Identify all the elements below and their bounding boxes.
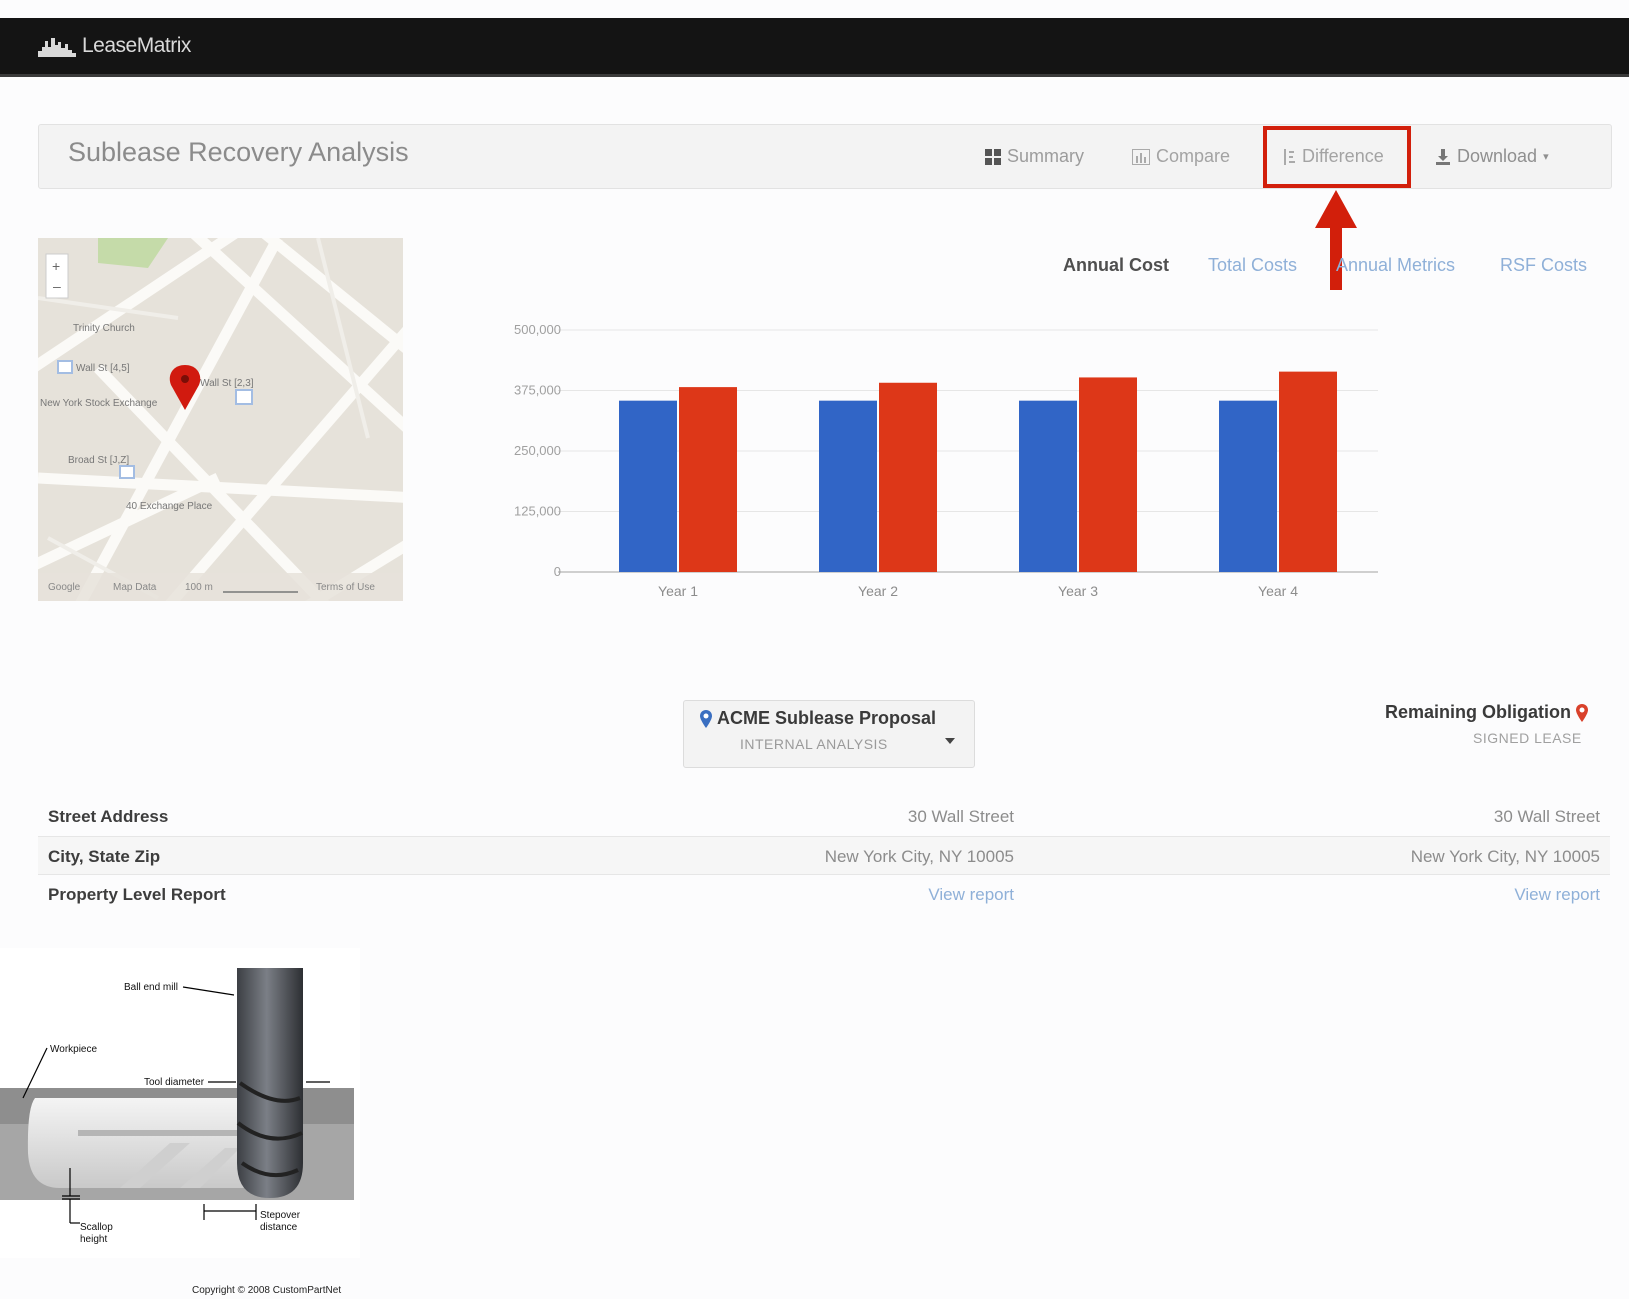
diagram-label-tool-diameter: Tool diameter [144,1077,205,1088]
download-icon [1436,148,1450,165]
chart-tab-total-costs[interactable]: Total Costs [1208,255,1297,276]
y-tick-label: 0 [554,564,561,579]
top-navbar [0,18,1629,77]
map-label-broad-st: Broad St [J,Z] [68,455,129,466]
chart-bar[interactable] [619,400,677,572]
chart-tab-annual-cost[interactable]: Annual Cost [1063,255,1169,276]
row-label: Street Address [48,807,169,826]
y-tick-label: 500,000 [514,322,561,337]
obligation-title: Remaining Obligation [1385,702,1589,723]
chart-bar[interactable] [1019,400,1077,572]
proposal-view-report-link[interactable]: View report [928,885,1014,905]
proposal-subtitle: INTERNAL ANALYSIS [740,736,888,752]
diagram-label-ball-end-mill: Ball end mill [124,982,178,993]
diagram-label-scallop: Scallop [80,1222,113,1233]
map-pin-icon [1576,703,1589,722]
grid-icon [985,148,1001,165]
tab-download-label: Download [1457,146,1538,166]
map-label-nyse: New York Stock Exchange [40,398,158,409]
svg-text:–: – [53,278,61,294]
chart-bar[interactable] [1279,371,1337,572]
page-title: Sublease Recovery Analysis [68,137,409,167]
bar-chart-icon [1132,148,1150,165]
brand-logo[interactable]: LeaseMatrix [38,31,191,61]
x-tick-label: Year 4 [1258,583,1298,599]
table-row: Property Level Report View report View r… [38,875,1610,914]
diagram-label-distance: distance [260,1222,298,1233]
obligation-value: New York City, NY 10005 [1410,847,1600,866]
map-scale-label: 100 m [185,582,213,593]
table-row: City, State Zip New York City, NY 10005 … [38,836,1610,875]
chart-bar[interactable] [679,387,737,572]
proposal-value: New York City, NY 10005 [824,847,1014,866]
map-label-exchange-place: 40 Exchange Place [126,501,213,512]
table-row: Street Address 30 Wall Street 30 Wall St… [38,797,1610,836]
chart-tab-rsf-costs[interactable]: RSF Costs [1500,255,1587,276]
tab-compare[interactable]: Compare [1132,146,1230,167]
map-zoom-controls[interactable]: + – [45,253,69,299]
obligation-value: 30 Wall Street [1493,807,1600,826]
y-tick-label: 250,000 [514,443,561,458]
diagram-label-stepover: Stepover [260,1210,301,1221]
ball-end-mill-diagram: Ball end mill Workpiece Tool diameter Sc… [0,948,360,1258]
map-pin-icon [700,709,712,728]
map-label-trinity-church: Trinity Church [73,323,135,334]
obligation-view-report-link[interactable]: View report [1514,885,1600,905]
diagram-copyright: Copyright © 2008 CustomPartNet [192,1285,342,1296]
obligation-subtitle: SIGNED LEASE [1473,730,1582,746]
caret-down-icon [945,738,955,744]
map-data-label: Map Data [113,582,157,593]
annual-cost-chart: 0 125,000 250,000 375,000 500,000 Year 1 Year … [514,322,1378,599]
location-map[interactable]: Trinity Church Wall St [4,5] Wall St [2,… [38,238,403,601]
svg-text:+: + [52,258,60,274]
chart-bar[interactable] [879,382,937,572]
row-label: Property Level Report [48,885,226,904]
y-tick-label: 375,000 [514,383,561,398]
diagram-label-height: height [80,1234,107,1245]
proposal-title-text: ACME Sublease Proposal [717,708,937,728]
skyline-logo-icon [38,38,76,57]
row-label: City, State Zip [48,847,161,866]
obligation-title-text: Remaining Obligation [1385,702,1572,722]
chart-bar[interactable] [819,400,877,572]
brand-name: LeaseMatrix [82,34,191,57]
x-tick-label: Year 3 [1058,583,1098,599]
proposal-title: ACME Sublease Proposal [700,708,936,729]
map-google-logo: Google [48,582,81,593]
map-tiles: Trinity Church Wall St [4,5] Wall St [2,… [38,238,403,601]
chart-bar[interactable] [1219,400,1277,572]
map-terms-link[interactable]: Terms of Use [316,582,375,593]
chevron-down-icon: ▾ [1543,151,1549,163]
difference-highlight-box [1263,126,1411,188]
tab-summary[interactable]: Summary [985,146,1084,167]
tab-compare-label: Compare [1156,146,1231,166]
tab-summary-label: Summary [1007,146,1085,166]
map-label-wall-st-23: Wall St [2,3] [200,378,254,389]
chart-bar[interactable] [1079,377,1137,572]
x-tick-label: Year 2 [858,583,898,599]
x-tick-label: Year 1 [658,583,698,599]
diagram-label-workpiece: Workpiece [50,1044,97,1055]
map-label-wall-st-45: Wall St [4,5] [76,363,130,374]
chart-tab-annual-metrics[interactable]: Annual Metrics [1336,255,1455,276]
tab-download[interactable]: Download ▾ [1435,146,1549,167]
proposal-value: 30 Wall Street [907,807,1014,826]
y-tick-label: 125,000 [514,504,561,519]
